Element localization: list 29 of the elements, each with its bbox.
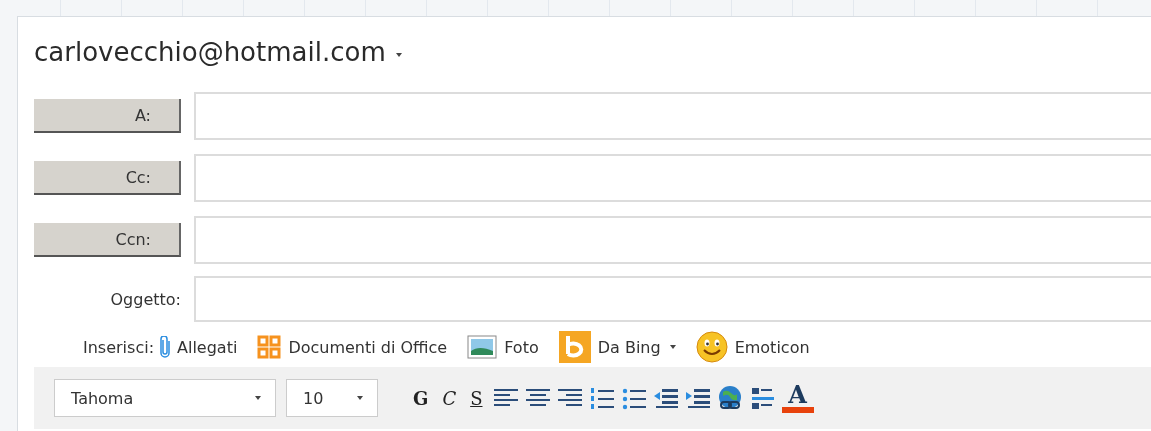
bing-icon (558, 331, 591, 363)
subject-field[interactable] (194, 276, 1151, 322)
insert-link[interactable]: Documenti di Office (257, 335, 448, 359)
recipient-button[interactable]: A: (34, 99, 181, 133)
size-dropdown[interactable]: 10 (286, 379, 378, 417)
recipient-field[interactable] (194, 216, 1151, 264)
caret-icon (357, 396, 363, 400)
font-dropdown[interactable]: Tahoma (54, 379, 276, 417)
recipient-field[interactable] (194, 92, 1151, 140)
underline-button[interactable]: S (465, 387, 488, 409)
italic-button[interactable]: C (437, 387, 462, 409)
font-color-button[interactable]: A (779, 383, 816, 413)
caret-icon[interactable] (395, 53, 402, 57)
insert-link[interactable]: Allegati (160, 336, 238, 358)
bold-button[interactable]: G (408, 387, 434, 409)
caret-icon (255, 396, 261, 400)
account-address[interactable]: carlovecchio@hotmail.com (34, 37, 386, 67)
recipient-field[interactable] (194, 154, 1151, 202)
recipient-button[interactable]: Ccn: (34, 223, 181, 257)
insert-link[interactable]: Emoticon (695, 331, 810, 363)
smiley-icon (695, 331, 728, 363)
recipient-button[interactable]: Cc: (34, 161, 181, 195)
paperclip-icon (160, 336, 171, 358)
field-label: Oggetto: (109, 289, 181, 309)
insert-link[interactable]: Foto (467, 335, 539, 359)
photo-icon (467, 335, 498, 359)
insert-link[interactable]: Da Bing (558, 331, 676, 363)
insert-label: Inserisci: (83, 337, 155, 357)
office-icon (257, 335, 282, 359)
